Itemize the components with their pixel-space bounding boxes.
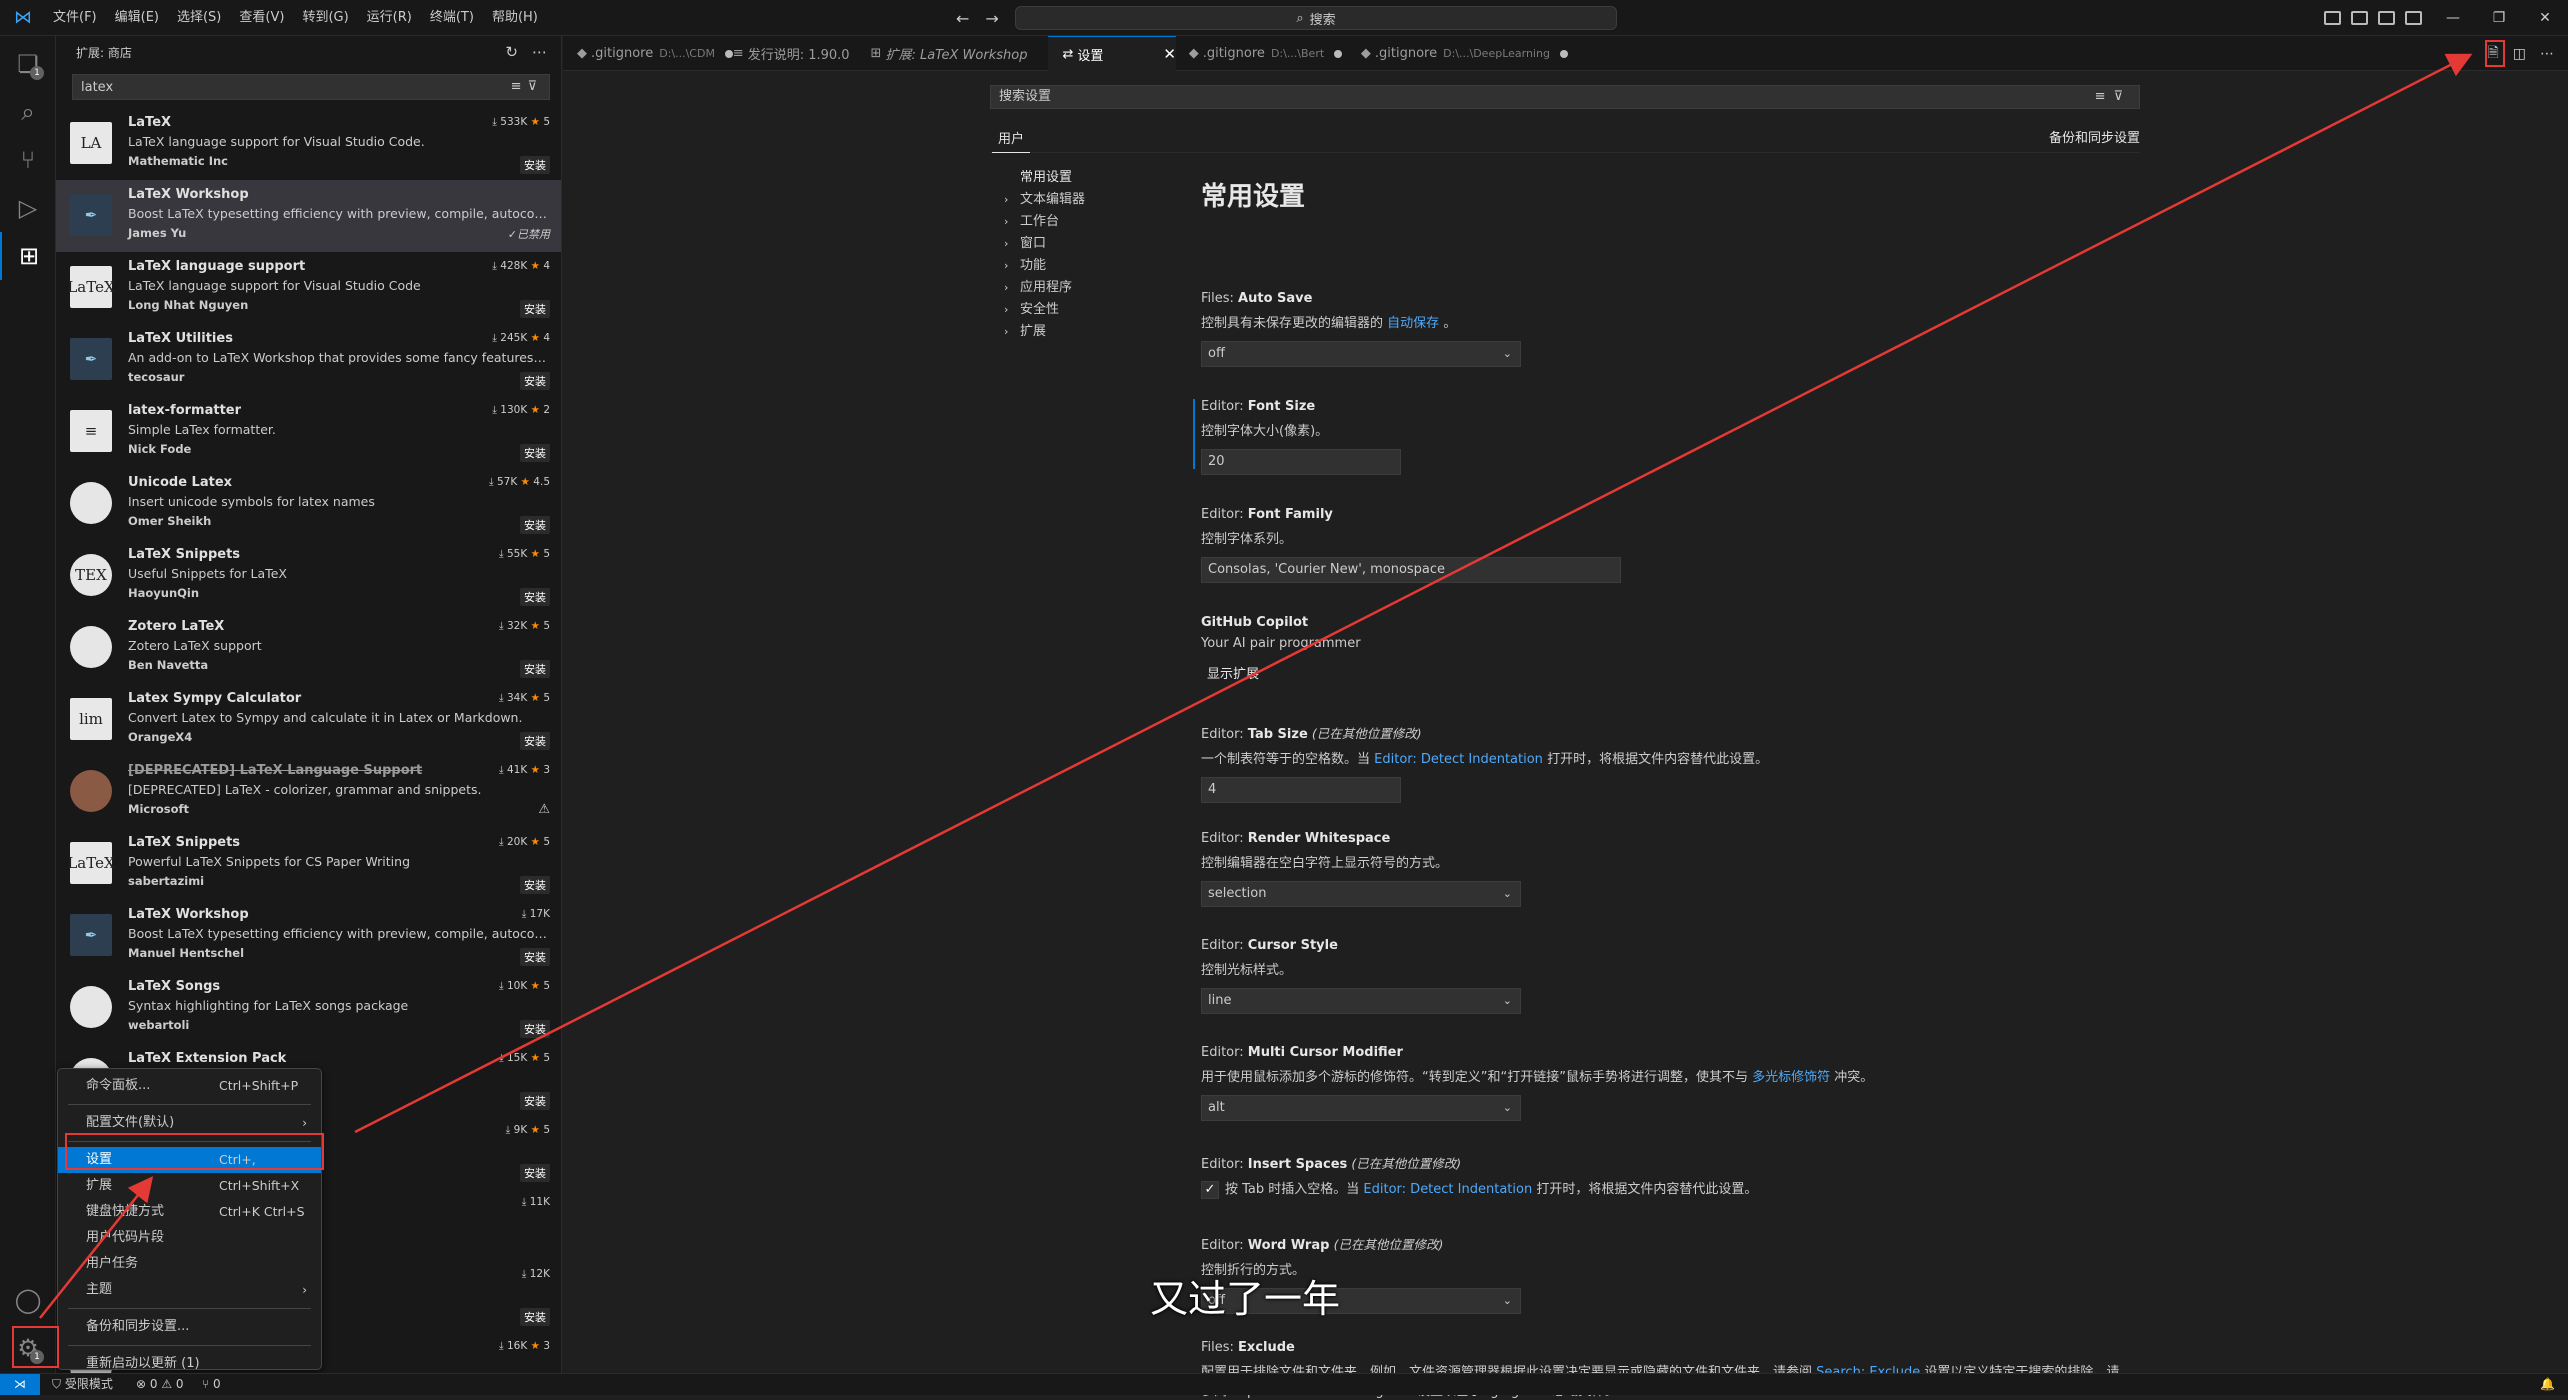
notifications-bell-icon[interactable]: 🔔 — [2540, 1374, 2555, 1395]
status-bar: ⋊ ⛉ 受限模式 ⊗ 0 ⚠ 0 ⑂ 0 🔔 — [0, 1373, 2568, 1395]
problems-indicator[interactable]: ⊗ 0 ⚠ 0 — [136, 1374, 184, 1395]
vscode-window: ⋈ 文件(F) 编辑(E) 选择(S) 查看(V) 转到(G) 运行(R) 终端(T) 帮助(… — [0, 0, 2568, 1400]
remote-indicator-icon[interactable]: ⋊ — [0, 1374, 40, 1395]
restricted-mode-label: 受限模式 — [64, 1377, 113, 1391]
restricted-mode[interactable]: ⛉ 受限模式 — [52, 1374, 113, 1395]
arrow-to-settings-menu-item — [39, 1176, 154, 1319]
annotation-arrows — [39, 53, 2473, 1319]
arrow-to-open-settings-json — [354, 53, 2473, 1134]
ports-indicator[interactable]: ⑂ 0 — [202, 1374, 221, 1395]
